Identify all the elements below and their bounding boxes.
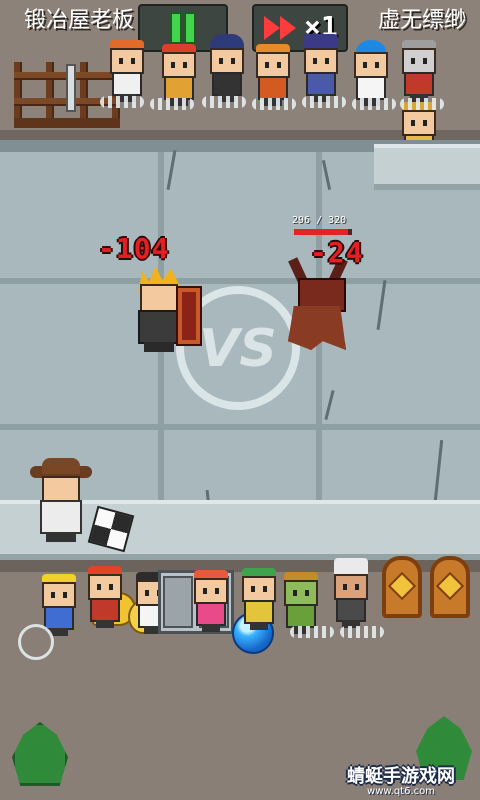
chain-decoration <box>400 98 444 110</box>
chain-decoration <box>252 98 296 110</box>
hero-damage-number: -104 <box>98 232 170 265</box>
enemy-fighter[interactable] <box>282 254 360 354</box>
player-fighter[interactable] <box>128 266 208 356</box>
bush-decoration <box>12 722 68 786</box>
player-name-right: 虚无缥缈 <box>377 8 466 33</box>
chain-decoration <box>18 624 54 660</box>
hero-slot-bottom[interactable] <box>238 568 280 630</box>
hero-slot-bottom[interactable] <box>84 566 126 628</box>
chain-decoration <box>290 626 334 638</box>
svg-text:VS: VS <box>199 319 277 379</box>
armor-stand[interactable] <box>382 556 422 618</box>
hero-slot-bottom[interactable] <box>280 572 322 634</box>
enemy-hp-readout: 296 / 320 <box>292 215 347 226</box>
chain-decoration <box>340 626 384 638</box>
chain-decoration <box>302 96 346 108</box>
weapon-rack <box>14 62 120 128</box>
hero-slot-top[interactable] <box>398 40 440 102</box>
fast-forward-icon <box>264 16 300 40</box>
chain-decoration <box>100 96 144 108</box>
hero-slot-top[interactable] <box>106 40 148 102</box>
player-name-left: 锻冶屋老板 <box>24 8 135 33</box>
hero-slot-top[interactable] <box>252 44 294 106</box>
pause-icon <box>172 14 194 42</box>
hero-slot-top[interactable] <box>350 40 392 106</box>
hero-slot-bottom[interactable] <box>330 558 372 628</box>
hero-slot-bottom[interactable] <box>190 570 232 632</box>
game-screen: 锻冶屋老板 虚无缥缈 ×1 VS 296 / 320 -104 -24 蜻蜓手游… <box>0 0 480 800</box>
hero-slot-top[interactable] <box>206 34 248 102</box>
chain-decoration <box>150 98 194 110</box>
armor-stand[interactable] <box>430 556 470 618</box>
hero-slot-top[interactable] <box>158 44 200 106</box>
chain-decoration <box>202 96 246 108</box>
chain-decoration <box>352 98 396 110</box>
hero-slot-top[interactable] <box>300 34 342 102</box>
shopkeeper-npc[interactable] <box>30 458 92 542</box>
watermark-title: 蜻蜓手游戏网 <box>347 766 455 787</box>
site-watermark: 蜻蜓手游戏网 www.qt6.com <box>336 762 466 797</box>
enemy-hp-bar <box>294 229 352 235</box>
enemy-damage-number: -24 <box>310 236 364 269</box>
